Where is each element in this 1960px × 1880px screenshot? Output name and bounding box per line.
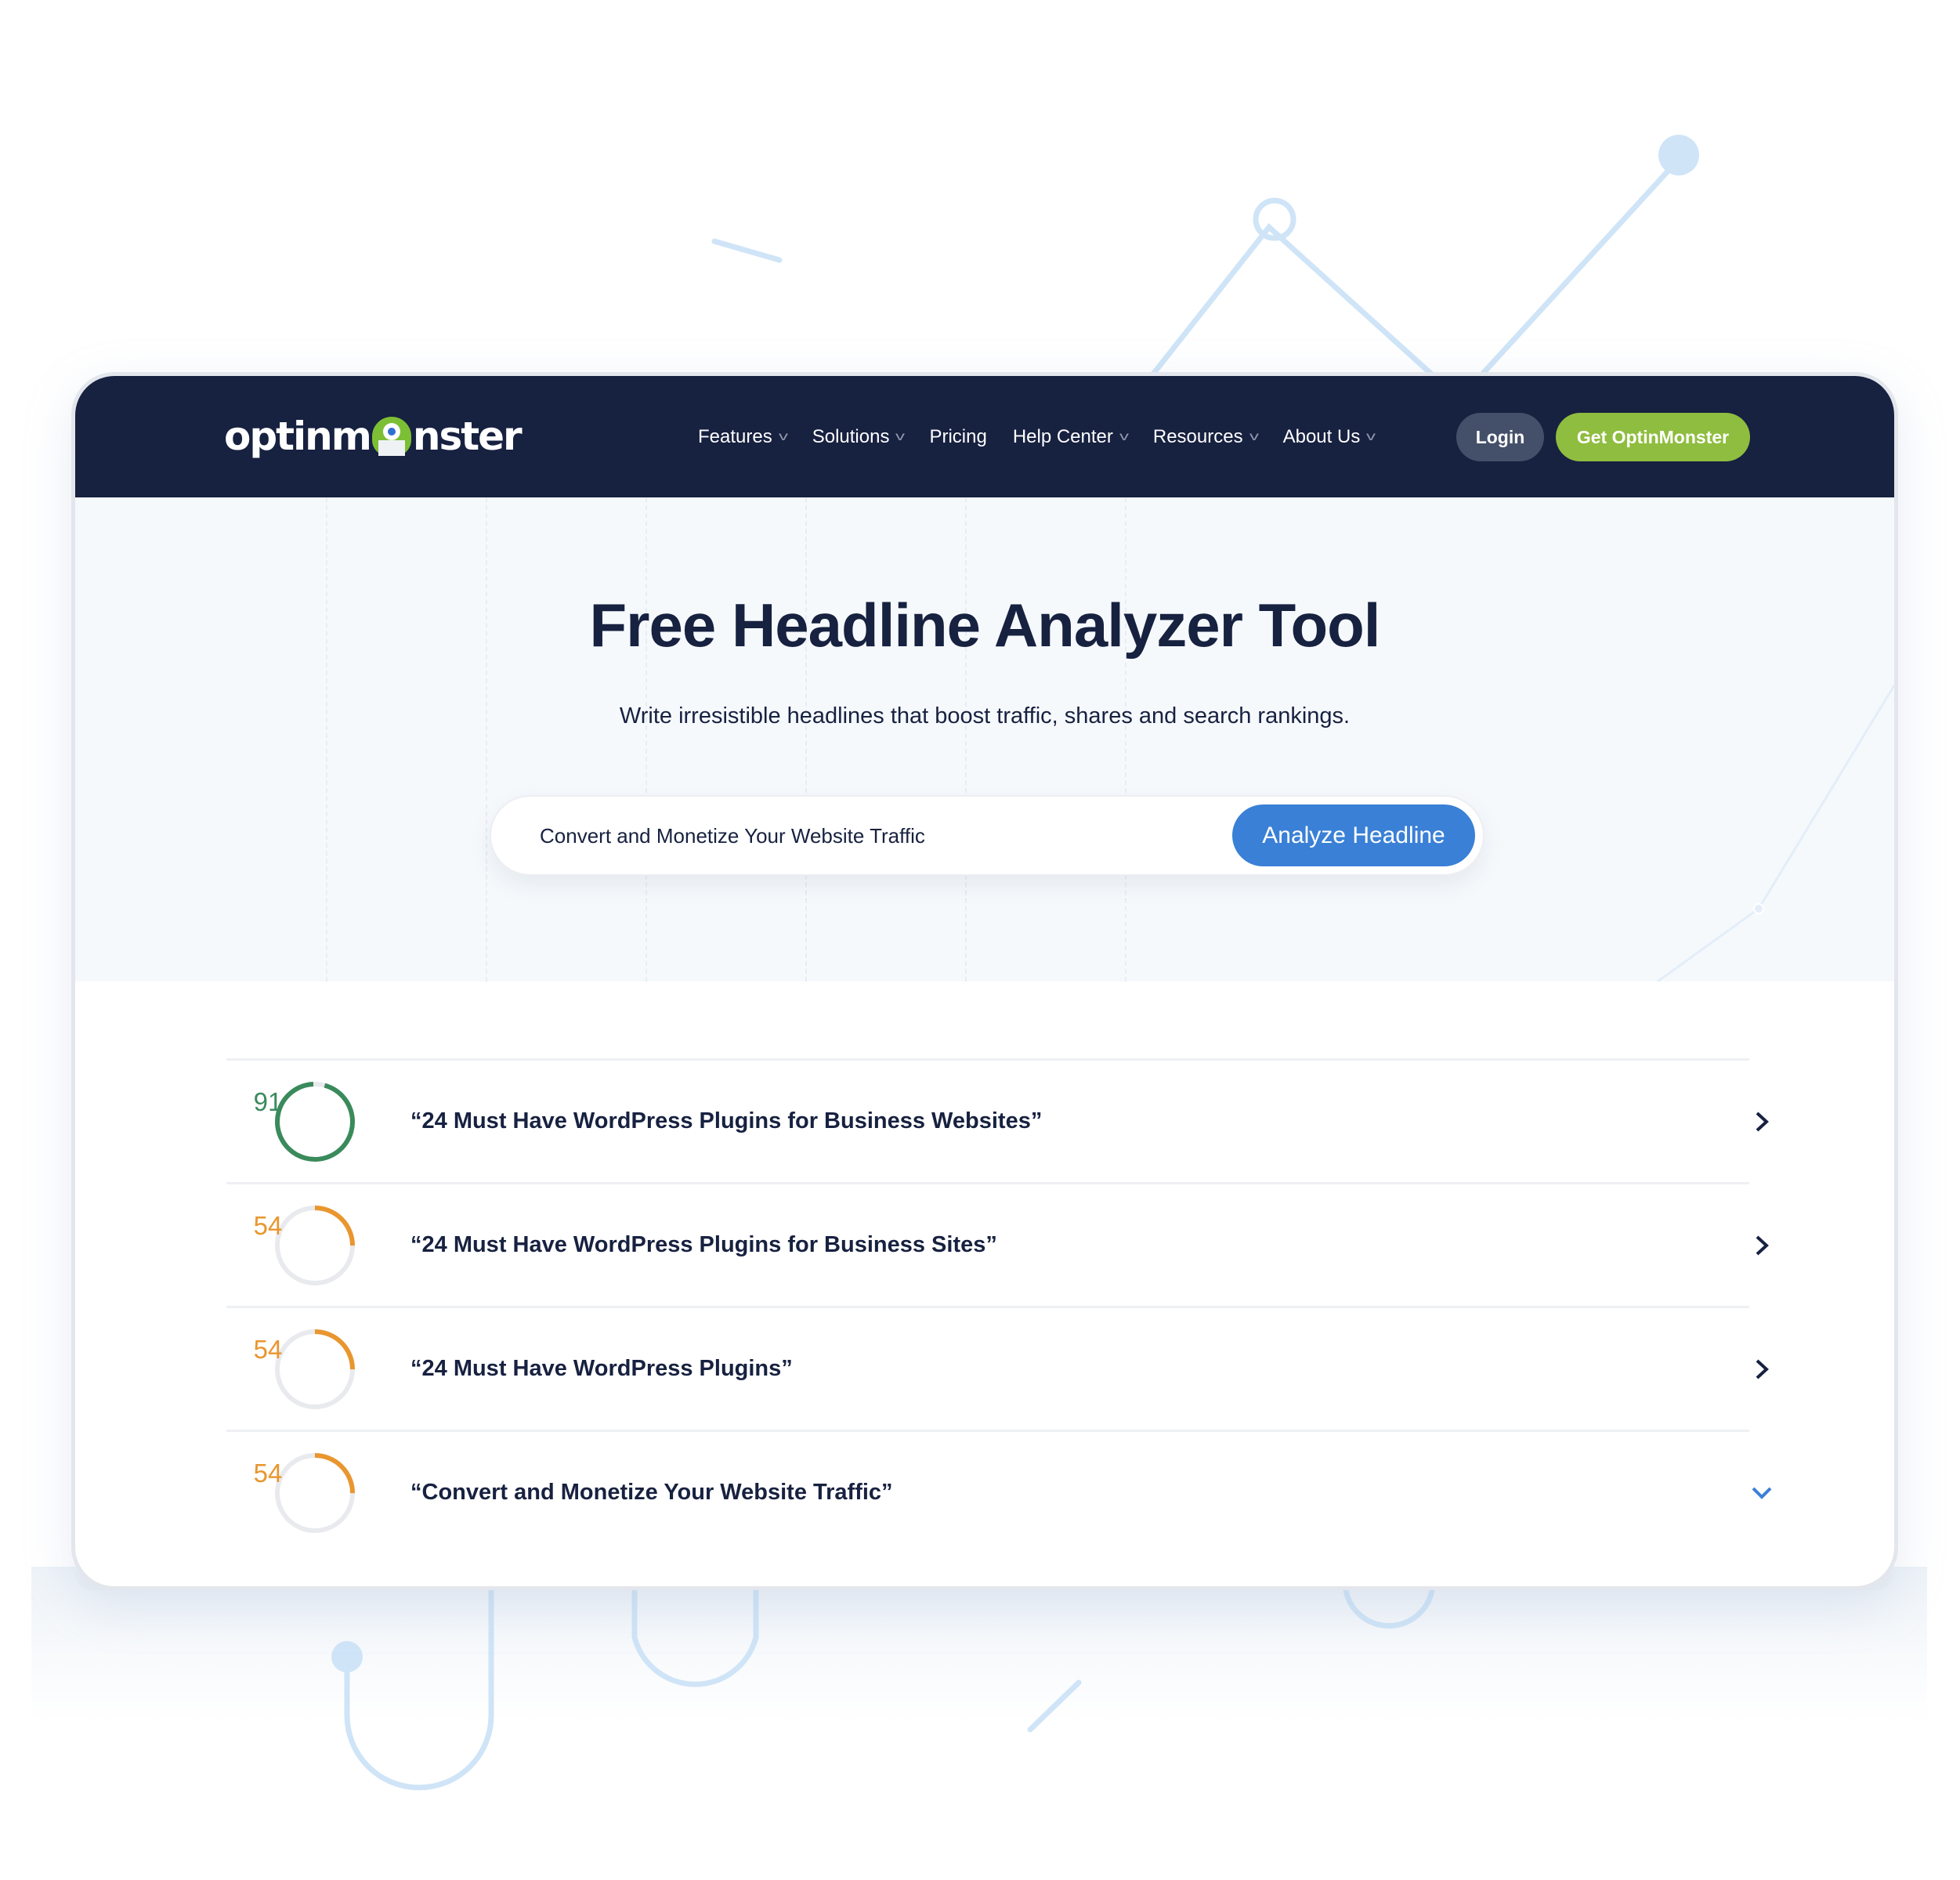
optinmonster-logo[interactable]: optinm nster xyxy=(224,414,523,459)
hero-section: Free Headline Analyzer Tool Write irresi… xyxy=(75,497,1894,982)
nav-solutions[interactable]: Solutions v xyxy=(812,425,906,448)
score-value: 54 xyxy=(253,1459,283,1488)
nav-label: Solutions xyxy=(812,425,890,447)
browser-card: optinm nster Features v Solutions v Pricin… xyxy=(71,372,1898,1590)
result-row-expanded[interactable]: 54 “Convert and Monetize Your Website Tr… xyxy=(226,1430,1772,1553)
nav-label: Pricing xyxy=(929,425,987,447)
nav-label: Resources xyxy=(1152,425,1243,447)
score-value: 54 xyxy=(253,1211,283,1240)
deco-dot-top xyxy=(1658,135,1699,175)
monster-icon xyxy=(371,417,411,456)
deco-rising-line xyxy=(1477,163,1676,379)
hero-trend-line xyxy=(1657,685,1894,982)
headline-text: “24 Must Have WordPress Plugins for Busi… xyxy=(410,1108,1043,1133)
chevron-down-icon: v xyxy=(895,429,906,443)
page-title: Free Headline Analyzer Tool xyxy=(589,591,1381,660)
deco-ring-node xyxy=(1253,197,1296,241)
logo-text-left: optinm xyxy=(224,414,372,459)
headline-text: “24 Must Have WordPress Plugins for Busi… xyxy=(410,1232,997,1257)
nav-help-center[interactable]: Help Center v xyxy=(1012,425,1129,448)
result-row[interactable]: 91 “24 Must Have WordPress Plugins for B… xyxy=(226,1058,1769,1182)
results-list: 91 “24 Must Have WordPress Plugins for B… xyxy=(226,1058,1772,1553)
main-nav: Features v Solutions v Pricing Help Center… xyxy=(698,376,1400,497)
login-button[interactable]: Login xyxy=(1456,413,1544,461)
chevron-down-icon: v xyxy=(1119,429,1129,443)
score-value: 91 xyxy=(253,1087,283,1116)
deco-dash-top xyxy=(711,238,783,263)
headline-text: “Convert and Monetize Your Website Traff… xyxy=(410,1480,893,1505)
get-optinmonster-button[interactable]: Get OptinMonster xyxy=(1556,413,1750,461)
nav-about-us[interactable]: About Us v xyxy=(1282,425,1376,448)
nav-pricing[interactable]: Pricing xyxy=(929,426,986,448)
result-row[interactable]: 54 “24 Must Have WordPress Plugins” xyxy=(226,1306,1769,1430)
card-shadow xyxy=(31,1567,1927,1723)
headline-input[interactable] xyxy=(538,797,1207,876)
page-subtitle: Write irresistible headlines that boost … xyxy=(619,703,1351,728)
logo-text-right: nster xyxy=(412,414,523,459)
site-header: optinm nster Features v Solutions v Pricin… xyxy=(75,376,1894,501)
analyze-headline-button[interactable]: Analyze Headline xyxy=(1232,804,1475,866)
chevron-down-icon: v xyxy=(1366,429,1376,443)
chevron-down-icon: v xyxy=(1249,429,1259,443)
deco-peak-line xyxy=(1148,222,1437,379)
score-value: 54 xyxy=(253,1335,283,1364)
result-row[interactable]: 54 “24 Must Have WordPress Plugins for B… xyxy=(226,1182,1769,1306)
nav-resources[interactable]: Resources v xyxy=(1152,425,1259,448)
nav-label: Features xyxy=(698,425,772,447)
nav-features[interactable]: Features v xyxy=(698,425,788,448)
nav-label: About Us xyxy=(1282,425,1361,447)
chevron-right-icon[interactable] xyxy=(1746,1354,1777,1385)
headline-text: “24 Must Have WordPress Plugins” xyxy=(410,1356,793,1381)
chevron-right-icon[interactable] xyxy=(1746,1230,1777,1261)
headline-search-bar: Analyze Headline xyxy=(490,795,1484,876)
chevron-down-icon: v xyxy=(778,429,788,443)
chevron-down-icon[interactable] xyxy=(1746,1477,1777,1509)
nav-label: Help Center xyxy=(1012,425,1113,447)
chevron-right-icon[interactable] xyxy=(1746,1106,1777,1137)
